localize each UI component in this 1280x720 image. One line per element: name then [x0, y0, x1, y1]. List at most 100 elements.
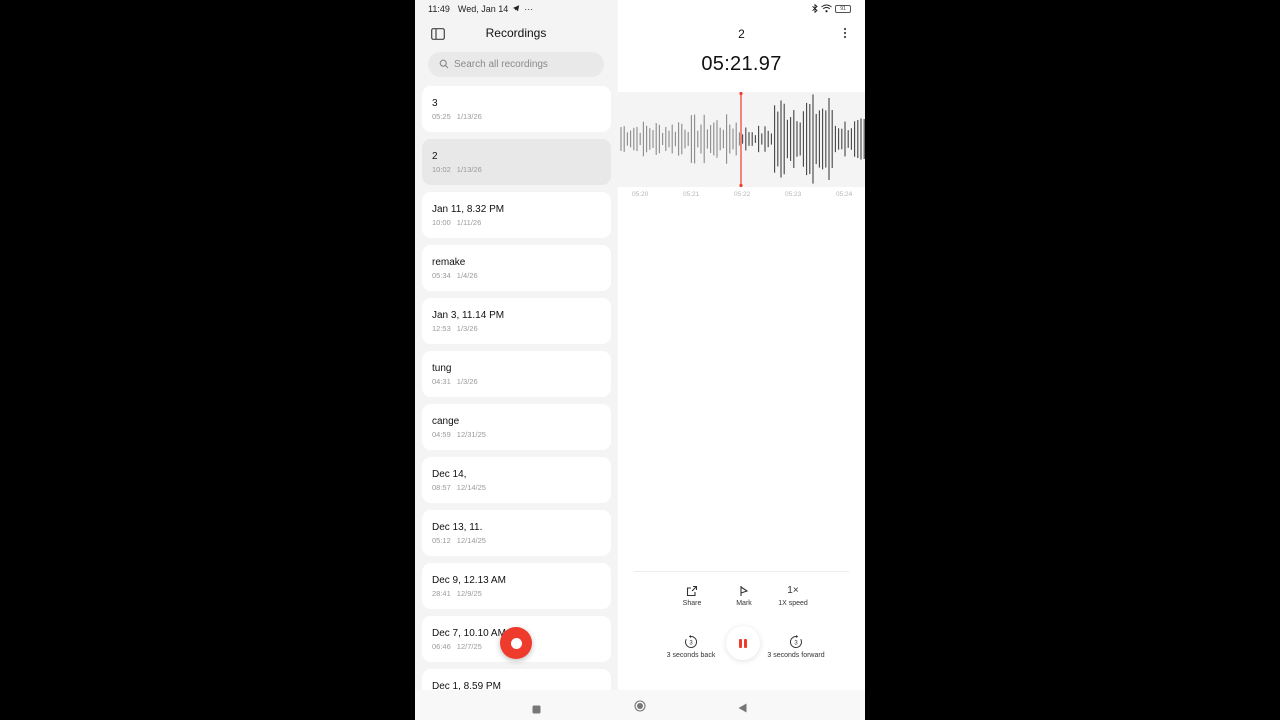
pause-icon: [739, 638, 742, 648]
recording-item[interactable]: 3 05:25 1/13/26: [422, 86, 611, 132]
recording-duration: 05:34: [432, 271, 451, 280]
back-button[interactable]: [738, 700, 747, 718]
recording-item[interactable]: Jan 3, 11.14 PM 12:53 1/3/26: [422, 298, 611, 344]
recording-date: 12/14/25: [456, 483, 486, 492]
share-label: Share: [682, 600, 702, 607]
pause-icon-bar: [744, 638, 747, 648]
recording-date: 12/7/25: [456, 642, 482, 651]
playhead-knob: [739, 92, 743, 96]
controls-divider: [634, 571, 849, 572]
telegram-icon: [512, 4, 520, 14]
mark-flag-icon: [740, 586, 749, 596]
skip-back-label: 3 seconds back: [666, 652, 716, 659]
recording-date: 1/13/26: [456, 165, 482, 174]
home-button[interactable]: [634, 699, 646, 717]
skip-back-button[interactable]: 3 3 seconds back: [662, 635, 720, 659]
recording-meta: 12:53 1/3/26: [432, 324, 478, 333]
recording-name: Dec 9, 12.13 AM: [432, 575, 506, 586]
recording-duration: 12:53: [432, 324, 451, 333]
recording-item[interactable]: cange 04:59 12/31/25: [422, 404, 611, 450]
rewind-3s-icon: 3: [685, 635, 697, 648]
recording-meta: 10:00 1/11/26: [432, 218, 481, 227]
system-nav-bar: [415, 690, 865, 720]
recording-meta: 05:25 1/13/26: [432, 112, 482, 121]
status-bar-left: 11:49 Wed, Jan 14 ···: [428, 3, 533, 14]
recording-meta: 04:59 12/31/25: [432, 430, 486, 439]
recording-item[interactable]: 2 10:02 1/13/26: [422, 139, 611, 185]
search-input[interactable]: [454, 59, 594, 70]
recording-title: 2: [738, 27, 745, 41]
mark-label: Mark: [736, 600, 752, 607]
waveform[interactable]: [618, 92, 865, 187]
timeline-tick-label: 05:23: [785, 191, 802, 198]
recording-name: Dec 13, 11.: [432, 522, 483, 533]
timeline-tick-label: 05:20: [632, 191, 649, 198]
recording-name: Jan 11, 8.32 PM: [432, 204, 505, 215]
elapsed-time: 05:21.97: [701, 53, 782, 75]
recording-meta: 10:02 1/13/26: [432, 165, 482, 174]
battery-icon: 91: [835, 4, 851, 13]
record-button[interactable]: [500, 627, 532, 659]
speed-button[interactable]: 1× 1X speed: [772, 585, 814, 607]
recording-name: Dec 14,: [432, 469, 467, 480]
recording-item[interactable]: Dec 1, 8.59 PM: [422, 669, 611, 690]
recording-duration: 04:59: [432, 430, 451, 439]
recording-date: 12/31/25: [456, 430, 486, 439]
recording-meta: 04:31 1/3/26: [432, 377, 478, 386]
status-overflow: ···: [524, 3, 534, 14]
status-date: Wed, Jan 14: [457, 3, 509, 14]
recording-item[interactable]: remake 05:34 1/4/26: [422, 245, 611, 291]
recording-name: remake: [432, 257, 466, 268]
recording-name: cange: [432, 416, 460, 427]
recording-duration: 05:12: [432, 536, 451, 545]
recordings-list: 3 05:25 1/13/26 2 10:02 1/13/26 Jan 11, 8.32 P…: [422, 86, 611, 690]
recording-meta: 05:12 12/14/25: [432, 536, 486, 545]
timeline-tick-label: 05:21: [683, 191, 700, 198]
recording-duration: 04:31: [432, 377, 451, 386]
recording-item[interactable]: tung 04:31 1/3/26: [422, 351, 611, 397]
recording-meta: 05:34 1/4/26: [432, 271, 478, 280]
recording-name: 2: [432, 151, 438, 162]
recording-meta: 06:46 12/7/25: [432, 642, 482, 651]
recording-duration: 28:41: [432, 589, 451, 598]
search-bar[interactable]: [428, 52, 604, 77]
recording-duration: 10:02: [432, 165, 451, 174]
recording-item[interactable]: Dec 14, 08:57 12/14/25: [422, 457, 611, 503]
skip-back-number: 3: [689, 641, 693, 647]
record-icon: [510, 637, 522, 649]
recording-name: tung: [432, 363, 452, 374]
recording-duration: 10:00: [432, 218, 451, 227]
recording-date: 1/13/26: [456, 112, 482, 121]
device-screen: 11:49 Wed, Jan 14 ··· Recordings 3 05:25 1…: [415, 0, 865, 720]
speed-glyph: 1×: [787, 585, 799, 596]
search-icon: [428, 56, 449, 74]
recording-item[interactable]: Dec 9, 12.13 AM 28:41 12/9/25: [422, 563, 611, 609]
recording-name: Dec 1, 8.59 PM: [432, 681, 501, 690]
recordings-pane: 11:49 Wed, Jan 14 ··· Recordings 3 05:25 1…: [415, 0, 617, 690]
bluetooth-icon: [812, 0, 818, 18]
recording-item[interactable]: Jan 11, 8.32 PM 10:00 1/11/26: [422, 192, 611, 238]
playhead-knob: [739, 183, 743, 187]
recording-date: 1/11/26: [456, 218, 482, 227]
recording-duration: 08:57: [432, 483, 451, 492]
timeline-tick-label: 05:22: [734, 191, 751, 198]
more-options-icon[interactable]: [842, 26, 848, 40]
page-title: Recordings: [485, 26, 547, 40]
recording-date: 12/9/25: [456, 589, 482, 598]
recording-name: Jan 3, 11.14 PM: [432, 310, 505, 321]
recording-item[interactable]: Dec 13, 11. 05:12 12/14/25: [422, 510, 611, 556]
recording-meta: 08:57 12/14/25: [432, 483, 486, 492]
share-button[interactable]: Share: [676, 585, 708, 607]
skip-forward-number: 3: [794, 641, 798, 647]
skip-forward-button[interactable]: 3 3 seconds forward: [763, 635, 829, 659]
home-icon: [634, 700, 646, 712]
mark-button[interactable]: Mark: [728, 585, 760, 607]
skip-forward-label: 3 seconds forward: [767, 652, 825, 659]
timeline-tick-label: 05:24: [836, 191, 853, 198]
recording-date: 12/14/25: [456, 536, 486, 545]
status-bar-right: 91: [812, 3, 851, 14]
recents-button[interactable]: [532, 701, 541, 719]
pause-button[interactable]: [726, 626, 760, 660]
forward-3s-icon: 3: [790, 635, 802, 648]
recording-date: 1/4/26: [456, 271, 478, 280]
